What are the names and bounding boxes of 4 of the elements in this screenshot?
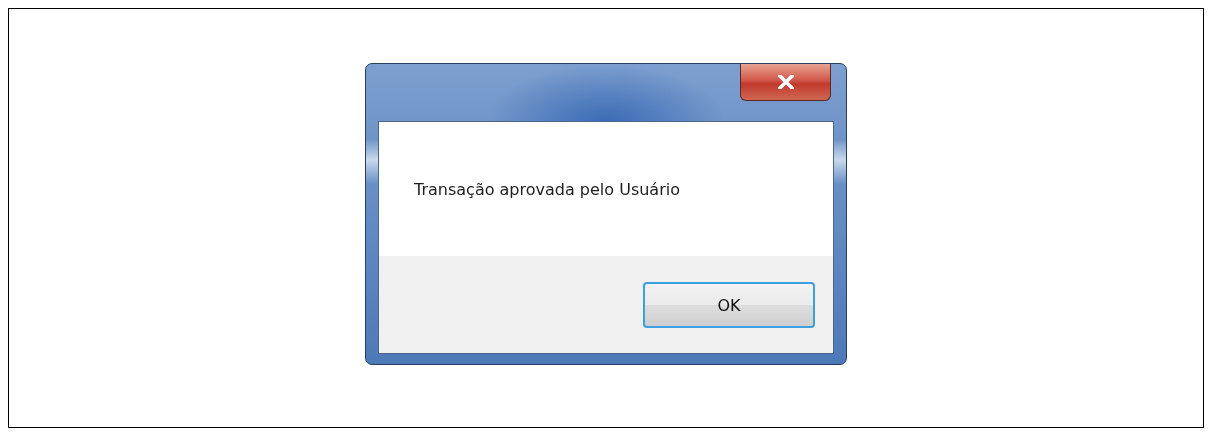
close-icon	[777, 75, 794, 89]
ok-button[interactable]: OK	[643, 282, 815, 328]
message-text: Transação aprovada pelo Usuário	[414, 179, 680, 199]
close-button[interactable]	[740, 64, 831, 101]
